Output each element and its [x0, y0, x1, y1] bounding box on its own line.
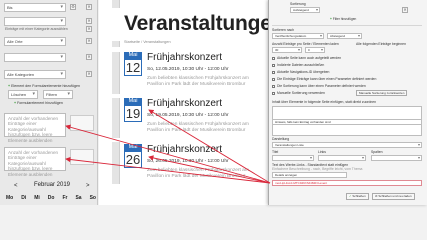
arrow — [65, 124, 271, 184]
arrow — [148, 109, 271, 184]
arrow — [148, 155, 271, 184]
annotation-arrows — [65, 109, 271, 184]
arrow — [65, 156, 271, 184]
